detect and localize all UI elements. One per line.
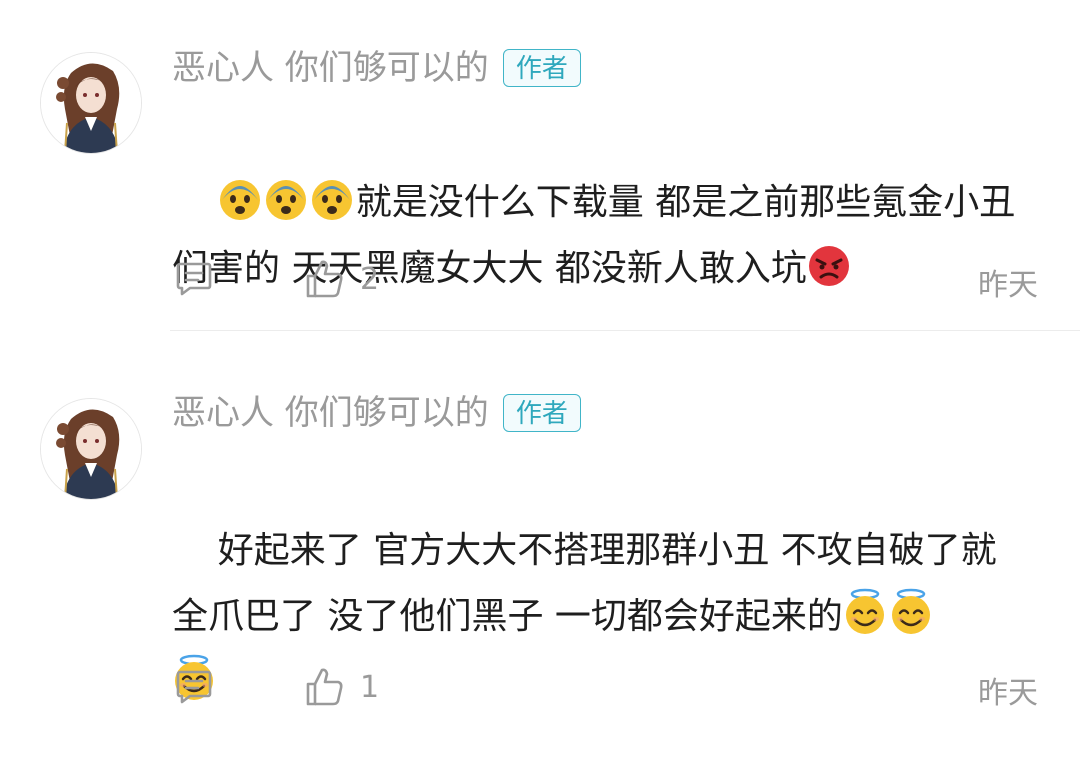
avatar-image <box>41 399 141 499</box>
thumbs-up-icon <box>306 668 343 706</box>
comment-item: 恶心人 你们够可以的 作者 就是没什么下载量 都是之前那些氪金小丑们害的 天天黑… <box>0 0 1080 330</box>
username[interactable]: 恶心人 你们够可以的 <box>172 45 489 91</box>
anxious-face-icon <box>311 180 352 220</box>
like-count: 1 <box>360 669 380 705</box>
thumbs-up-icon <box>306 260 343 298</box>
username[interactable]: 恶心人 你们够可以的 <box>172 390 489 436</box>
anxious-face-icon <box>219 180 260 220</box>
avatar-image <box>41 53 141 153</box>
comment-header: 恶心人 你们够可以的 作者 <box>172 390 581 436</box>
angry-face-icon <box>808 246 849 286</box>
author-badge: 作者 <box>502 49 581 87</box>
like-button[interactable]: 1 <box>304 666 379 708</box>
comment-text: 好起来了 官方大大不搭理那群小丑 不攻自破了就全爪巴了 没了他们黑子 一切都会好… <box>172 452 1042 782</box>
comment-time: 昨天 <box>978 268 1038 303</box>
reply-button[interactable] <box>174 258 214 298</box>
comment-text-line1: 就是没什么下载量 都是之前那些氪金小丑 <box>355 182 1016 223</box>
reply-button[interactable] <box>174 666 214 706</box>
author-badge: 作者 <box>502 394 581 432</box>
comment-text-line2: 们害的 天天黑魔女大大 都没新人敢入坑 <box>172 248 807 289</box>
anxious-face-icon <box>265 180 306 220</box>
comment-text-line2: 全爪巴了 没了他们黑子 一切都会好起来的 <box>172 596 843 637</box>
comment-item: 恶心人 你们够可以的 作者 好起来了 官方大大不搭理那群小丑 不攻自破了就全爪巴… <box>0 346 1080 734</box>
comment-text: 就是没什么下载量 都是之前那些氪金小丑们害的 天天黑魔女大大 都没新人敢入坑 <box>172 104 1042 368</box>
comment-text-line1: 好起来了 官方大大不搭理那群小丑 不攻自破了就 <box>217 530 997 571</box>
comment-icon <box>176 670 212 704</box>
emoji-group-lead <box>218 180 356 223</box>
avatar[interactable] <box>40 52 142 154</box>
like-button[interactable]: 2 <box>304 258 379 300</box>
comment-icon <box>176 262 212 296</box>
comment-header: 恶心人 你们够可以的 作者 <box>172 45 581 91</box>
halo-smile-icon <box>845 588 884 634</box>
comment-divider <box>170 330 1080 331</box>
comment-time: 昨天 <box>978 676 1038 711</box>
avatar[interactable] <box>40 398 142 500</box>
like-count: 2 <box>360 261 380 297</box>
halo-smile-icon <box>891 588 930 634</box>
